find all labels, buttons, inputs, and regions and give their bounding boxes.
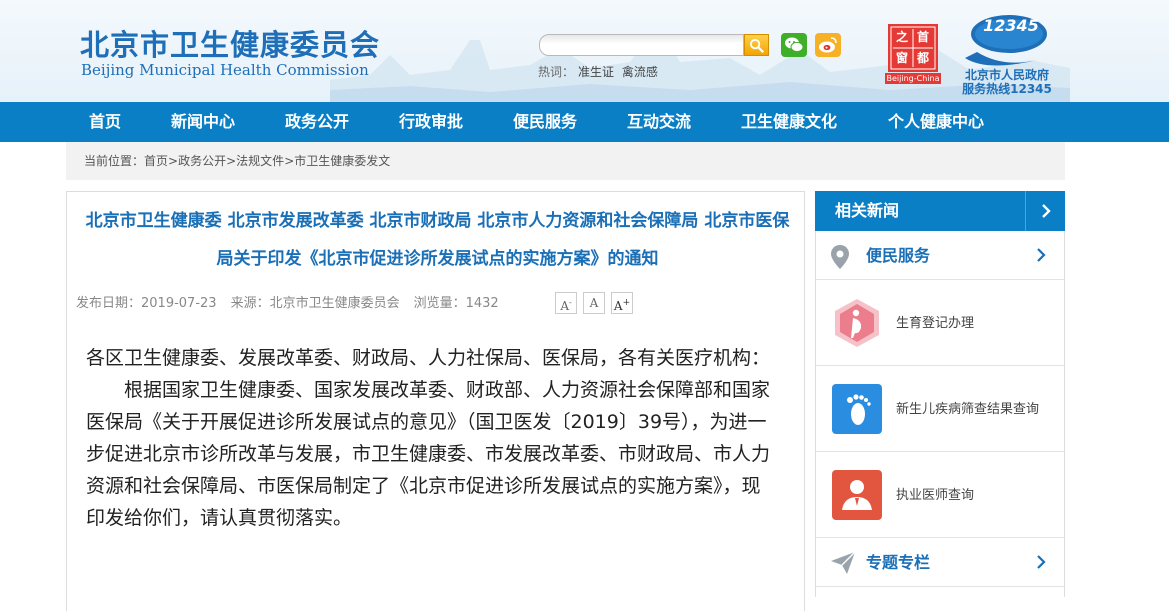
search-button[interactable] (744, 34, 769, 56)
doctor-icon (832, 470, 882, 520)
special-topics-title: 专题专栏 (866, 553, 931, 572)
convenience-services-section[interactable]: 便民服务 (816, 232, 1064, 280)
article-body: 各区卫生健康委、发展改革委、财政局、人力社保局、医保局，各有关医疗机构： 根据国… (86, 342, 776, 534)
weibo-button[interactable] (815, 33, 841, 57)
service-birth-registration[interactable]: 生育登记办理 (816, 281, 1064, 366)
site-header: 北京市卫生健康委员会 Beijing Municipal Health Comm… (0, 0, 1169, 102)
breadcrumb-government-affairs[interactable]: 政务公开 (178, 154, 226, 168)
hot-keywords: 热词： 准生证 禽流感 (538, 63, 662, 80)
service-newborn-screening-label: 新生儿疾病筛查结果查询 (896, 402, 1040, 417)
footprint-icon (832, 384, 882, 434)
sidebar: 相关新闻 便民服务 生育登记办理 新生儿疾病筛查结果查询 执业医师查询 专题专栏 (815, 191, 1065, 597)
main-nav: 首页 新闻中心 政务公开 行政审批 便民服务 互动交流 卫生健康文化 个人健康中… (0, 102, 1169, 142)
nav-news-center[interactable]: 新闻中心 (171, 102, 235, 142)
capital-window-seal-text: 之首 窗都 (896, 30, 939, 65)
service-physician-lookup[interactable]: 执业医师查询 (816, 453, 1064, 538)
hotline-text: 北京市人民政府 服务热线12345 (957, 68, 1057, 96)
font-size-normal-button[interactable]: A (583, 292, 605, 314)
hot-keywords-label: 热词： (538, 65, 575, 79)
nav-personal-health-center[interactable]: 个人健康中心 (888, 102, 984, 142)
hotline-12345-logo[interactable]: 12345 (957, 12, 1049, 74)
convenience-services-title: 便民服务 (866, 246, 931, 265)
paper-plane-icon (831, 551, 856, 574)
capital-window-logo[interactable]: 之首 窗都 Beijing-China (885, 23, 941, 85)
site-logo-english[interactable]: Beijing Municipal Health Commission (81, 61, 369, 79)
nav-home[interactable]: 首页 (89, 102, 121, 142)
article-panel: 北京市卫生健康委 北京市发展改革委 北京市财政局 北京市人力资源和社会保障局 北… (66, 191, 805, 611)
special-topics-section[interactable]: 专题专栏 (816, 539, 1064, 587)
hotline-gov-name: 北京市人民政府 (964, 68, 1049, 82)
breadcrumb-label: 当前位置： (84, 154, 145, 168)
article-meta: 发布日期：2019-07-23 来源：北京市卫生健康委员会 浏览量：1432 (76, 292, 513, 311)
article-source: 来源：北京市卫生健康委员会 (230, 296, 400, 311)
publish-date: 发布日期：2019-07-23 (76, 296, 217, 311)
article-title: 北京市卫生健康委 北京市发展改革委 北京市财政局 北京市人力资源和社会保障局 北… (85, 211, 790, 269)
nav-convenience-services[interactable]: 便民服务 (513, 102, 577, 142)
breadcrumb-regulations[interactable]: 法规文件 (236, 154, 284, 168)
related-news-more-button[interactable] (1025, 191, 1065, 231)
chevron-right-icon (1037, 248, 1046, 262)
hot-keyword-2[interactable]: 禽流感 (622, 65, 658, 79)
nav-administrative-approval[interactable]: 行政审批 (399, 102, 463, 142)
font-size-small-button[interactable]: A- (555, 292, 577, 314)
article-paragraph: 根据国家卫生健康委、国家发展改革委、财政部、人力资源社会保障部和国家医保局《关于… (86, 379, 771, 529)
service-birth-registration-label: 生育登记办理 (896, 316, 975, 331)
article-greeting: 各区卫生健康委、发展改革委、财政局、人力社保局、医保局，各有关医疗机构： (86, 347, 771, 369)
wechat-button[interactable] (781, 33, 807, 57)
related-news-title: 相关新闻 (835, 201, 900, 220)
wechat-icon (785, 37, 804, 53)
service-physician-lookup-label: 执业医师查询 (896, 488, 975, 503)
view-count: 浏览量：1432 (413, 296, 499, 311)
pregnancy-icon (835, 299, 879, 347)
breadcrumb-commission-documents[interactable]: 市卫生健康委发文 (294, 154, 390, 168)
related-news-header[interactable]: 相关新闻 (815, 191, 1065, 231)
hotline-service-name: 服务热线12345 (962, 82, 1052, 96)
search-input[interactable] (539, 34, 744, 56)
hotline-number: 12345 (983, 16, 1039, 35)
chevron-right-icon (1041, 204, 1051, 218)
nav-interaction[interactable]: 互动交流 (627, 102, 691, 142)
chevron-right-icon (1037, 555, 1046, 569)
font-size-large-button[interactable]: A+ (611, 292, 633, 314)
hot-keyword-1[interactable]: 准生证 (578, 65, 614, 79)
service-newborn-screening[interactable]: 新生儿疾病筛查结果查询 (816, 367, 1064, 452)
location-pin-icon (831, 245, 849, 269)
search-icon (749, 38, 764, 53)
site-logo-chinese[interactable]: 北京市卫生健康委员会 (80, 22, 380, 64)
nav-health-culture[interactable]: 卫生健康文化 (741, 102, 837, 142)
nav-government-affairs[interactable]: 政务公开 (285, 102, 349, 142)
breadcrumb-home[interactable]: 首页 (144, 154, 168, 168)
weibo-icon (819, 37, 837, 53)
capital-window-caption: Beijing-China (886, 74, 940, 83)
breadcrumb: 当前位置：首页>政务公开>法规文件>市卫生健康委发文 (66, 142, 1065, 180)
